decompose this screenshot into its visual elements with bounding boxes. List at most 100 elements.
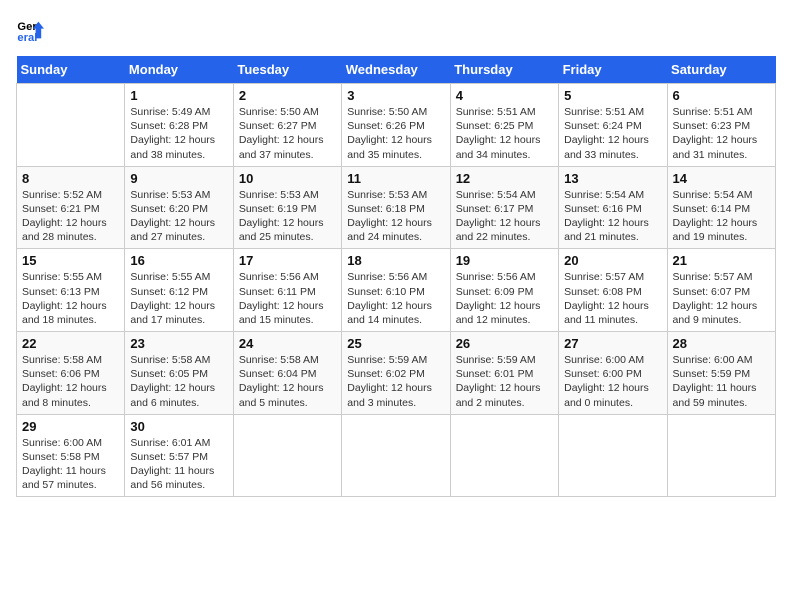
page-header: Gen eral <box>16 16 776 44</box>
header-row: SundayMondayTuesdayWednesdayThursdayFrid… <box>17 56 776 84</box>
calendar-cell: 10 Sunrise: 5:53 AMSunset: 6:19 PMDayligh… <box>233 166 341 249</box>
calendar-cell: 11 Sunrise: 5:53 AMSunset: 6:18 PMDayligh… <box>342 166 450 249</box>
week-row-1: 1 Sunrise: 5:49 AMSunset: 6:28 PMDaylight… <box>17 84 776 167</box>
calendar-table: SundayMondayTuesdayWednesdayThursdayFrid… <box>16 56 776 497</box>
calendar-cell: 21 Sunrise: 5:57 AMSunset: 6:07 PMDayligh… <box>667 249 775 332</box>
day-number: 24 <box>239 336 336 351</box>
day-number: 20 <box>564 253 661 268</box>
calendar-cell: 1 Sunrise: 5:49 AMSunset: 6:28 PMDaylight… <box>125 84 233 167</box>
calendar-cell: 2 Sunrise: 5:50 AMSunset: 6:27 PMDaylight… <box>233 84 341 167</box>
calendar-cell: 8Sunrise: 5:52 AMSunset: 6:21 PMDaylight… <box>17 166 125 249</box>
day-detail: Sunrise: 6:01 AMSunset: 5:57 PMDaylight:… <box>130 436 227 493</box>
day-detail: Sunrise: 6:00 AMSunset: 5:58 PMDaylight:… <box>22 436 119 493</box>
col-header-tuesday: Tuesday <box>233 56 341 84</box>
day-number: 22 <box>22 336 119 351</box>
calendar-cell: 13 Sunrise: 5:54 AMSunset: 6:16 PMDayligh… <box>559 166 667 249</box>
calendar-cell <box>233 414 341 497</box>
calendar-cell: 6 Sunrise: 5:51 AMSunset: 6:23 PMDaylight… <box>667 84 775 167</box>
week-row-3: 15 Sunrise: 5:55 AMSunset: 6:13 PMDayligh… <box>17 249 776 332</box>
day-detail: Sunrise: 5:53 AMSunset: 6:19 PMDaylight:… <box>239 188 336 245</box>
calendar-cell: 26 Sunrise: 5:59 AMSunset: 6:01 PMDayligh… <box>450 332 558 415</box>
calendar-cell: 27Sunrise: 6:00 AMSunset: 6:00 PMDayligh… <box>559 332 667 415</box>
calendar-cell: 12 Sunrise: 5:54 AMSunset: 6:17 PMDayligh… <box>450 166 558 249</box>
day-detail: Sunrise: 5:56 AMSunset: 6:10 PMDaylight:… <box>347 270 444 327</box>
calendar-cell <box>559 414 667 497</box>
day-detail: Sunrise: 5:50 AMSunset: 6:26 PMDaylight:… <box>347 105 444 162</box>
calendar-cell: 3 Sunrise: 5:50 AMSunset: 6:26 PMDaylight… <box>342 84 450 167</box>
day-detail: Sunrise: 6:00 AMSunset: 5:59 PMDaylight:… <box>673 353 770 410</box>
day-number: 6 <box>673 88 770 103</box>
calendar-cell <box>342 414 450 497</box>
calendar-cell: 4 Sunrise: 5:51 AMSunset: 6:25 PMDaylight… <box>450 84 558 167</box>
day-number: 10 <box>239 171 336 186</box>
week-row-4: 22 Sunrise: 5:58 AMSunset: 6:06 PMDayligh… <box>17 332 776 415</box>
day-detail: Sunrise: 5:58 AMSunset: 6:05 PMDaylight:… <box>130 353 227 410</box>
day-number: 18 <box>347 253 444 268</box>
calendar-cell <box>450 414 558 497</box>
calendar-cell: 16 Sunrise: 5:55 AMSunset: 6:12 PMDayligh… <box>125 249 233 332</box>
logo-icon: Gen eral <box>16 16 44 44</box>
col-header-saturday: Saturday <box>667 56 775 84</box>
calendar-cell: 28 Sunrise: 6:00 AMSunset: 5:59 PMDayligh… <box>667 332 775 415</box>
calendar-cell: 5Sunrise: 5:51 AMSunset: 6:24 PMDaylight… <box>559 84 667 167</box>
calendar-cell: 14 Sunrise: 5:54 AMSunset: 6:14 PMDayligh… <box>667 166 775 249</box>
calendar-cell: 29 Sunrise: 6:00 AMSunset: 5:58 PMDayligh… <box>17 414 125 497</box>
day-detail: Sunrise: 5:52 AMSunset: 6:21 PMDaylight:… <box>22 188 119 245</box>
day-detail: Sunrise: 5:51 AMSunset: 6:25 PMDaylight:… <box>456 105 553 162</box>
calendar-cell: 18 Sunrise: 5:56 AMSunset: 6:10 PMDayligh… <box>342 249 450 332</box>
day-detail: Sunrise: 5:59 AMSunset: 6:01 PMDaylight:… <box>456 353 553 410</box>
day-number: 1 <box>130 88 227 103</box>
day-detail: Sunrise: 5:49 AMSunset: 6:28 PMDaylight:… <box>130 105 227 162</box>
day-number: 23 <box>130 336 227 351</box>
day-detail: Sunrise: 5:56 AMSunset: 6:09 PMDaylight:… <box>456 270 553 327</box>
week-row-5: 29 Sunrise: 6:00 AMSunset: 5:58 PMDayligh… <box>17 414 776 497</box>
day-detail: Sunrise: 5:51 AMSunset: 6:23 PMDaylight:… <box>673 105 770 162</box>
day-number: 14 <box>673 171 770 186</box>
day-number: 16 <box>130 253 227 268</box>
day-number: 21 <box>673 253 770 268</box>
calendar-cell: 23 Sunrise: 5:58 AMSunset: 6:05 PMDayligh… <box>125 332 233 415</box>
calendar-cell: 19 Sunrise: 5:56 AMSunset: 6:09 PMDayligh… <box>450 249 558 332</box>
day-number: 28 <box>673 336 770 351</box>
day-number: 3 <box>347 88 444 103</box>
day-detail: Sunrise: 5:54 AMSunset: 6:16 PMDaylight:… <box>564 188 661 245</box>
calendar-cell: 30 Sunrise: 6:01 AMSunset: 5:57 PMDayligh… <box>125 414 233 497</box>
day-number: 9 <box>130 171 227 186</box>
day-detail: Sunrise: 5:56 AMSunset: 6:11 PMDaylight:… <box>239 270 336 327</box>
calendar-cell: 22 Sunrise: 5:58 AMSunset: 6:06 PMDayligh… <box>17 332 125 415</box>
day-detail: Sunrise: 5:57 AMSunset: 6:07 PMDaylight:… <box>673 270 770 327</box>
day-detail: Sunrise: 5:55 AMSunset: 6:12 PMDaylight:… <box>130 270 227 327</box>
day-detail: Sunrise: 5:54 AMSunset: 6:14 PMDaylight:… <box>673 188 770 245</box>
day-number: 4 <box>456 88 553 103</box>
day-number: 19 <box>456 253 553 268</box>
day-detail: Sunrise: 5:50 AMSunset: 6:27 PMDaylight:… <box>239 105 336 162</box>
col-header-sunday: Sunday <box>17 56 125 84</box>
day-detail: Sunrise: 5:54 AMSunset: 6:17 PMDaylight:… <box>456 188 553 245</box>
calendar-cell: 25 Sunrise: 5:59 AMSunset: 6:02 PMDayligh… <box>342 332 450 415</box>
day-number: 12 <box>456 171 553 186</box>
col-header-friday: Friday <box>559 56 667 84</box>
day-detail: Sunrise: 6:00 AMSunset: 6:00 PMDaylight:… <box>564 353 661 410</box>
day-detail: Sunrise: 5:58 AMSunset: 6:04 PMDaylight:… <box>239 353 336 410</box>
calendar-cell: 24 Sunrise: 5:58 AMSunset: 6:04 PMDayligh… <box>233 332 341 415</box>
day-number: 30 <box>130 419 227 434</box>
day-detail: Sunrise: 5:58 AMSunset: 6:06 PMDaylight:… <box>22 353 119 410</box>
calendar-cell <box>667 414 775 497</box>
day-number: 15 <box>22 253 119 268</box>
day-detail: Sunrise: 5:55 AMSunset: 6:13 PMDaylight:… <box>22 270 119 327</box>
calendar-cell: 15 Sunrise: 5:55 AMSunset: 6:13 PMDayligh… <box>17 249 125 332</box>
day-detail: Sunrise: 5:53 AMSunset: 6:18 PMDaylight:… <box>347 188 444 245</box>
col-header-thursday: Thursday <box>450 56 558 84</box>
day-number: 17 <box>239 253 336 268</box>
day-number: 29 <box>22 419 119 434</box>
week-row-2: 8Sunrise: 5:52 AMSunset: 6:21 PMDaylight… <box>17 166 776 249</box>
day-number: 5 <box>564 88 661 103</box>
day-number: 26 <box>456 336 553 351</box>
day-number: 2 <box>239 88 336 103</box>
day-number: 25 <box>347 336 444 351</box>
day-number: 11 <box>347 171 444 186</box>
day-detail: Sunrise: 5:59 AMSunset: 6:02 PMDaylight:… <box>347 353 444 410</box>
calendar-cell: 20Sunrise: 5:57 AMSunset: 6:08 PMDayligh… <box>559 249 667 332</box>
day-number: 13 <box>564 171 661 186</box>
calendar-cell: 9Sunrise: 5:53 AMSunset: 6:20 PMDaylight… <box>125 166 233 249</box>
